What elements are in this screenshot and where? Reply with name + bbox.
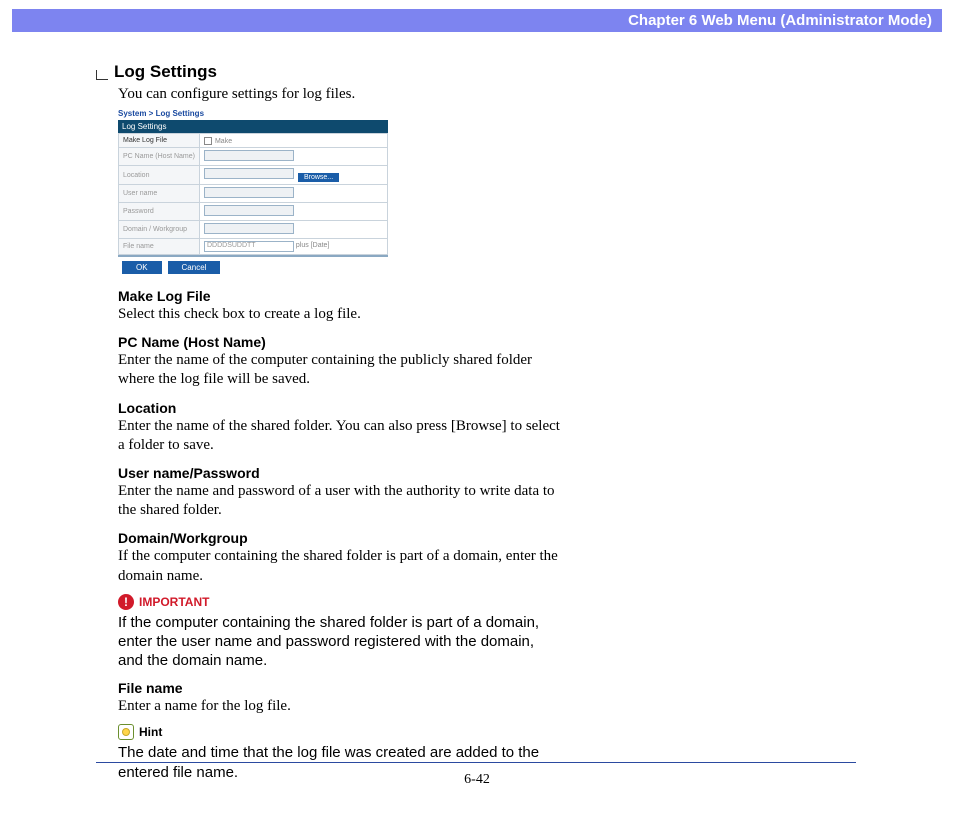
row-label-make: Make Log File [119, 134, 200, 148]
filename-input[interactable]: DDDDSUDDTT [204, 241, 294, 252]
field-text-location: Enter the name of the shared folder. You… [118, 417, 560, 455]
field-title-userpass: User name/Password [118, 465, 560, 481]
chapter-header: Chapter 6 Web Menu (Administrator Mode) [12, 9, 942, 32]
cancel-button[interactable]: Cancel [168, 261, 221, 274]
section-intro: You can configure settings for log files… [118, 86, 560, 103]
section-bullet-icon [96, 70, 108, 80]
row-label-password: Password [119, 203, 200, 221]
username-input[interactable] [204, 187, 294, 198]
field-text-userpass: Enter the name and password of a user wi… [118, 482, 560, 520]
field-text-pcname: Enter the name of the computer containin… [118, 351, 560, 389]
row-label-location: Location [119, 166, 200, 185]
footer-divider [96, 762, 856, 763]
breadcrumb: System > Log Settings [118, 109, 388, 118]
ok-button[interactable]: OK [122, 261, 162, 274]
location-input[interactable] [204, 168, 294, 179]
settings-table: Make Log File Make PC Name (Host Name) L… [118, 133, 388, 255]
password-input[interactable] [204, 205, 294, 216]
important-label: IMPORTANT [139, 595, 209, 609]
row-label-pcname: PC Name (Host Name) [119, 148, 200, 166]
browse-button[interactable]: Browse... [298, 173, 339, 182]
panel-title: Log Settings [118, 120, 388, 133]
section-title: Log Settings [114, 62, 217, 82]
filename-suffix: plus [Date] [296, 242, 329, 249]
row-label-domain: Domain / Workgroup [119, 221, 200, 239]
page-content: Log Settings You can configure settings … [0, 32, 560, 782]
domain-input[interactable] [204, 223, 294, 234]
row-label-username: User name [119, 185, 200, 203]
row-label-filename: File name [119, 239, 200, 255]
hint-icon [118, 724, 134, 740]
pcname-input[interactable] [204, 150, 294, 161]
button-bar: OK Cancel [118, 255, 388, 278]
field-text-filename: Enter a name for the log file. [118, 697, 560, 716]
field-text-make: Select this check box to create a log fi… [118, 305, 560, 324]
field-title-pcname: PC Name (Host Name) [118, 334, 560, 350]
important-icon: ! [118, 594, 134, 610]
page-number: 6-42 [0, 772, 954, 788]
field-title-domain: Domain/Workgroup [118, 530, 560, 546]
field-title-filename: File name [118, 680, 560, 696]
make-checkbox-label: Make [215, 137, 232, 144]
field-text-domain: If the computer containing the shared fo… [118, 547, 560, 585]
field-title-make: Make Log File [118, 288, 560, 304]
hint-label: Hint [139, 725, 162, 739]
make-checkbox[interactable] [204, 137, 212, 145]
field-title-location: Location [118, 400, 560, 416]
settings-screenshot: System > Log Settings Log Settings Make … [118, 109, 388, 278]
important-text: If the computer containing the shared fo… [118, 613, 560, 671]
